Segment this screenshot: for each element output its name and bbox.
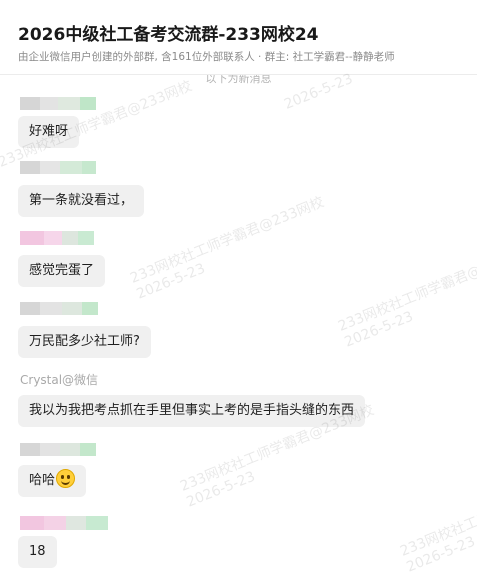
blur-block (20, 443, 40, 456)
blur-block (82, 302, 98, 315)
blur-block (40, 443, 60, 456)
blur-block (20, 302, 40, 315)
blur-block (62, 302, 82, 315)
blur-block (80, 97, 96, 110)
message-bubble[interactable]: 感觉完蛋了 (18, 255, 106, 287)
blur-block (20, 231, 44, 245)
blur-block (86, 516, 108, 530)
message-list[interactable]: 以下为新消息 好难呀 第一条就没看过， 感觉完蛋了 万民配多少社工师? Crys… (0, 75, 477, 574)
message-bubble[interactable]: 好难呀 (18, 116, 80, 148)
blur-block (80, 443, 96, 456)
blur-block (40, 161, 60, 174)
blur-block (20, 516, 44, 530)
grinning-face-icon (56, 469, 76, 488)
group-subtitle: 由企业微信用户创建的外部群, 含161位外部联系人 · 群主: 社工学霸君--静… (18, 51, 395, 63)
sender-name[interactable]: Crystal@微信 (20, 371, 98, 388)
system-note: 以下为新消息 (205, 75, 272, 85)
message-bubble[interactable]: 万民配多少社工师? (18, 326, 151, 358)
blur-block (62, 231, 78, 245)
blur-block (66, 516, 86, 530)
group-title[interactable]: 2026中级社工备考交流群-233网校24 (18, 20, 319, 45)
message-bubble[interactable]: 我以为我把考点抓在手里但事实上考的是手指头缝的东西 (18, 395, 366, 427)
blur-block (20, 161, 40, 174)
blur-block (44, 516, 66, 530)
blur-block (78, 231, 94, 245)
sender-name-blurred[interactable] (20, 97, 96, 110)
message-bubble[interactable]: 第一条就没看过， (18, 185, 145, 217)
blur-block (40, 302, 62, 315)
message-bubble[interactable]: 18 (18, 536, 57, 568)
blur-block (44, 231, 62, 245)
sender-name-blurred[interactable] (20, 302, 98, 315)
sender-name-blurred[interactable] (20, 231, 94, 245)
blur-block (82, 161, 96, 174)
blur-block (20, 97, 40, 110)
message-text: 哈哈 (29, 473, 56, 488)
sender-name-blurred[interactable] (20, 516, 108, 530)
blur-block (58, 97, 80, 110)
sender-name-blurred[interactable] (20, 443, 96, 456)
chat-header: 2026中级社工备考交流群-233网校24 由企业微信用户创建的外部群, 含16… (0, 0, 477, 75)
message-bubble[interactable]: 哈哈 (18, 465, 87, 497)
blur-block (40, 97, 58, 110)
sender-name-blurred[interactable] (20, 161, 96, 174)
blur-block (60, 161, 82, 174)
blur-block (60, 443, 80, 456)
